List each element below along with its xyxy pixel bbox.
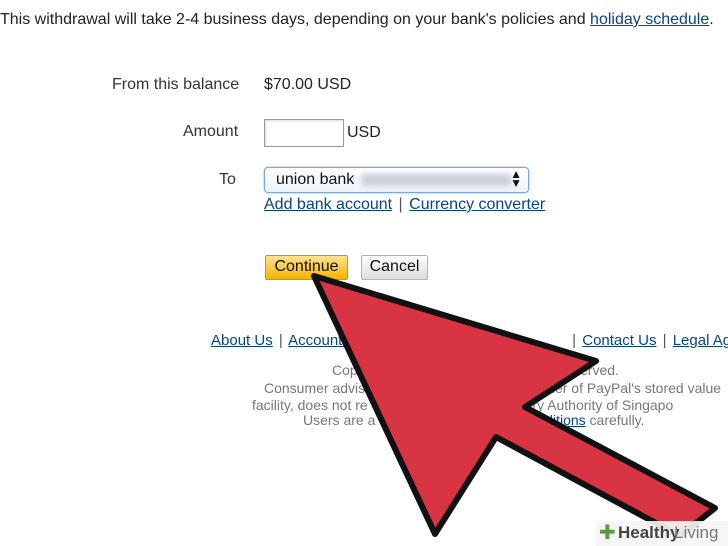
pointer-arrow-icon: [311, 273, 718, 539]
arrow-shape: [311, 273, 718, 539]
plus-icon: ✚: [599, 522, 616, 544]
brand-word-2: Living: [674, 523, 719, 542]
healthy-living-watermark: ✚ Healthy Living: [596, 521, 728, 546]
brand-word-1: Healthy: [618, 523, 680, 542]
